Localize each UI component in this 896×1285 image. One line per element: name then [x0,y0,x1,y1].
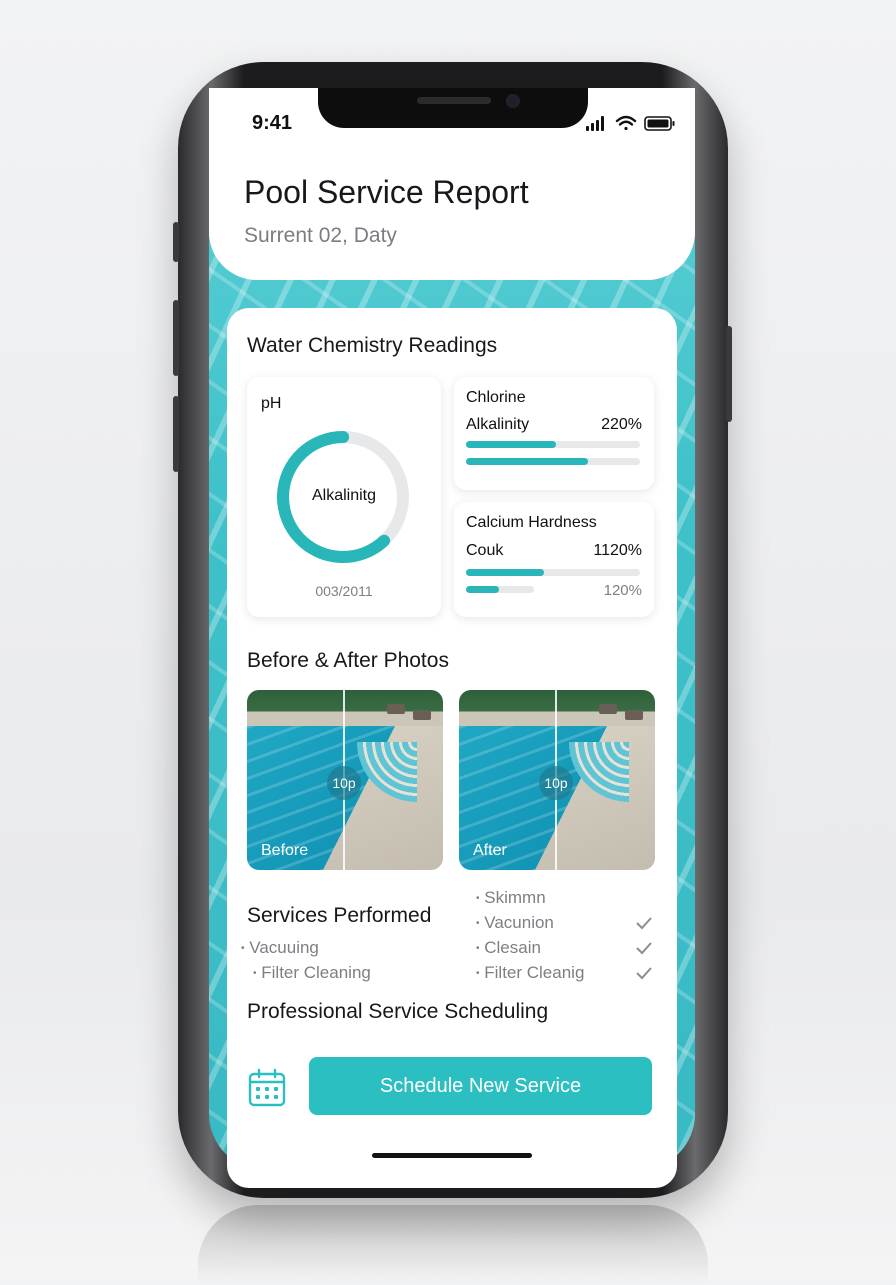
status-time: 9:41 [252,112,293,134]
chlorine-title: Chlorine [466,389,526,406]
power-button [726,326,732,422]
wifi-icon [615,115,637,131]
page-title: Pool Service Report [244,174,529,210]
check-icon [636,917,652,930]
before-label: Before [261,842,309,859]
check-icon [636,967,652,980]
front-camera [506,94,520,108]
check-icon [636,942,652,955]
zoom-badge[interactable]: 10p [539,766,573,800]
chlorine-card[interactable]: Chlorine Alkalinity 220% [454,377,654,490]
service-item: • Vacuuing [241,938,319,957]
calcium-bar-2-fill [466,586,499,593]
home-indicator[interactable] [372,1153,532,1158]
zoom-badge[interactable]: 10p [327,766,361,800]
lounge-chair [413,710,431,720]
service-item-label: Clesain [484,938,541,957]
ph-gauge-label: Alkalinitg [311,487,377,504]
before-photo[interactable]: 10p Before [247,690,443,870]
silent-switch [173,222,179,262]
schedule-new-service-button[interactable]: Schedule New Service [309,1057,652,1115]
volume-down-button [173,396,179,472]
chlorine-bar-2 [466,458,640,465]
after-photo[interactable]: 10p After [459,690,655,870]
service-item-label: Skimmn [484,888,546,907]
volume-up-button [173,300,179,376]
service-item: • Filter Cleanig [476,963,585,982]
page-subtitle: Surrent 02, Daty [244,224,397,247]
calcium-bar-1-fill [466,569,545,576]
service-item-label: Vacunion [484,913,554,932]
service-item-label: Vacuuing [249,938,319,957]
chemistry-section-title: Water Chemistry Readings [247,334,498,357]
service-item: • Skimmn [476,888,546,907]
calcium-title: Calcium Hardness [466,514,597,531]
chlorine-bar-2-fill [466,458,588,465]
chlorine-row-label: Alkalinity [466,416,530,433]
chlorine-row-value: 220% [601,416,642,433]
scheduling-section-title: Professional Service Scheduling [247,1000,549,1023]
ph-label: pH [261,395,282,412]
chlorine-bar-1-fill [466,441,557,448]
ph-card[interactable]: pH Alkalinitg 003/2011 [247,377,441,617]
lounge-chair [599,704,617,714]
calcium-card[interactable]: Calcium Hardness Couk 1120% 120% [454,502,654,617]
service-item: • Vacunion [476,913,554,932]
lounge-chair [625,710,643,720]
after-label: After [473,842,507,859]
calcium-bar-2 [466,586,534,593]
service-item: • Clesain [476,938,541,957]
calcium-bar-2-value: 120% [603,582,642,599]
status-icons [586,115,675,131]
ph-footer: 003/2011 [315,583,373,599]
battery-icon [644,116,675,131]
services-section-title: Services Performed [247,904,432,927]
service-item-label: Filter Cleanig [484,963,585,982]
calcium-row-label: Couk [466,542,504,559]
calcium-bar-1 [466,569,640,576]
speaker [417,97,491,104]
calendar-icon[interactable] [247,1068,287,1108]
service-item-label: Filter Cleaning [261,963,371,982]
notch [318,88,588,128]
lounge-chair [387,704,405,714]
signal-icon [586,116,604,131]
chlorine-bar-1 [466,441,640,448]
calcium-row-value: 1120% [593,542,642,559]
phone-reflection [198,1205,708,1285]
photos-section-title: Before & After Photos [247,649,449,672]
service-item: • Filter Cleaning [253,963,371,982]
